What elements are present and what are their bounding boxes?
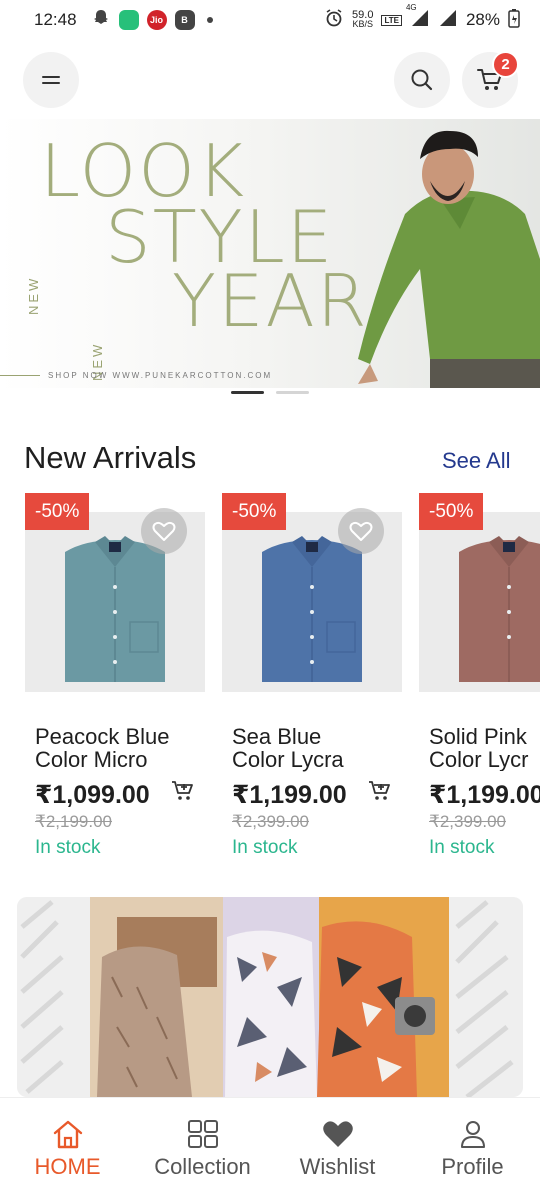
- stock-status: In stock: [429, 837, 495, 858]
- alarm-icon: [324, 8, 344, 33]
- hamburger-icon: [42, 76, 60, 84]
- wishlist-button[interactable]: [141, 508, 187, 554]
- hero-banner[interactable]: NEW LOOK NEW STYLE NEW YEAR SHOP NOW WWW…: [0, 119, 540, 388]
- nav-label: Collection: [154, 1154, 251, 1179]
- nav-collection[interactable]: Collection: [135, 1098, 270, 1200]
- heart-outline-icon: [152, 521, 176, 541]
- product-name[interactable]: Sea Blue Color Lycra: [232, 725, 432, 771]
- product-price: ₹1,099.00: [35, 781, 150, 809]
- discount-badge: -50%: [25, 493, 90, 530]
- nav-label: Wishlist: [299, 1154, 376, 1179]
- heart-icon: [322, 1121, 353, 1147]
- banner-new-label-1: NEW: [26, 275, 41, 315]
- pagination-dot-active[interactable]: [231, 391, 264, 394]
- status-bar: 12:48 Jio B 59.0 KB/S LTE 4G 28%: [0, 0, 540, 40]
- snapchat-icon: [91, 8, 111, 33]
- home-icon: [53, 1120, 82, 1149]
- product-name-line: Color Lycra: [232, 747, 344, 772]
- banner-divider-line: [0, 375, 40, 376]
- heart-outline-icon: [349, 521, 373, 541]
- product-price: ₹1,199.00: [429, 781, 540, 809]
- battery-icon: [508, 8, 520, 33]
- banner-tagline: SHOP NOW WWW.PUNEKARCOTTON.COM: [48, 371, 273, 380]
- add-to-cart-icon: [369, 781, 390, 800]
- add-to-cart-button[interactable]: [368, 779, 392, 808]
- cart-count-badge: 2: [492, 51, 519, 78]
- bottom-navigation: HOME Collection Wishlist Profile: [0, 1097, 540, 1200]
- menu-button[interactable]: [23, 52, 79, 108]
- product-price: ₹1,199.00: [232, 781, 347, 809]
- product-name-line: Sea Blue: [232, 724, 322, 749]
- promo-image: [17, 897, 523, 1097]
- product-name[interactable]: Solid Pink Color Lycr: [429, 725, 540, 771]
- b-app-icon: B: [174, 10, 195, 30]
- nav-label: HOME: [34, 1154, 101, 1179]
- volte-badge: LTE: [381, 14, 402, 26]
- stock-status: In stock: [35, 837, 101, 858]
- original-price: ₹2,199.00: [35, 812, 112, 831]
- nav-profile[interactable]: Profile: [405, 1098, 540, 1200]
- person-icon: [460, 1121, 485, 1148]
- nav-wishlist[interactable]: Wishlist: [270, 1098, 405, 1200]
- pagination-dot[interactable]: [276, 391, 309, 394]
- signal-4g-icon: 4G: [406, 3, 430, 32]
- grid-icon: [187, 1120, 218, 1148]
- product-image[interactable]: [419, 512, 540, 692]
- add-to-cart-button[interactable]: [171, 779, 195, 808]
- nav-home[interactable]: HOME: [0, 1098, 135, 1200]
- status-time: 12:48: [34, 10, 77, 29]
- jio-icon: Jio: [146, 10, 167, 30]
- original-price: ₹2,399.00: [232, 812, 309, 831]
- see-all-link[interactable]: See All: [442, 448, 511, 474]
- net-speed-unit: KB/S: [352, 19, 373, 29]
- original-price: ₹2,399.00: [429, 812, 506, 831]
- banner-pagination: [0, 391, 540, 395]
- battery-percent: 28%: [465, 10, 500, 29]
- product-name[interactable]: Peacock Blue Color Micro: [35, 725, 235, 771]
- search-icon: [411, 69, 433, 91]
- add-to-cart-icon: [172, 781, 193, 800]
- net-speed: 59.0 KB/S: [352, 10, 373, 29]
- nav-label: Profile: [441, 1154, 504, 1179]
- promo-banner[interactable]: [17, 897, 523, 1097]
- more-notifications-dot: [206, 17, 213, 23]
- top-bar: 2: [0, 51, 540, 108]
- network-type: 4G: [405, 2, 417, 12]
- section-title: New Arrivals: [24, 440, 197, 475]
- banner-model-image: [358, 130, 540, 388]
- product-name-line: Color Lycr: [429, 747, 529, 771]
- product-name-line: Solid Pink: [429, 725, 527, 749]
- status-app-icons: Jio B: [91, 8, 213, 33]
- search-button[interactable]: [394, 52, 450, 108]
- stock-status: In stock: [232, 837, 298, 858]
- product-name-line: Color Micro: [35, 747, 148, 772]
- signal-icon: [438, 9, 458, 32]
- banner-line-year: YEAR: [172, 259, 369, 343]
- discount-badge: -50%: [419, 493, 484, 530]
- discount-badge: -50%: [222, 493, 287, 530]
- wishlist-button[interactable]: [338, 508, 384, 554]
- chat-app-icon: [118, 10, 139, 30]
- product-name-line: Peacock Blue: [35, 724, 170, 749]
- shirt-image: [459, 536, 540, 682]
